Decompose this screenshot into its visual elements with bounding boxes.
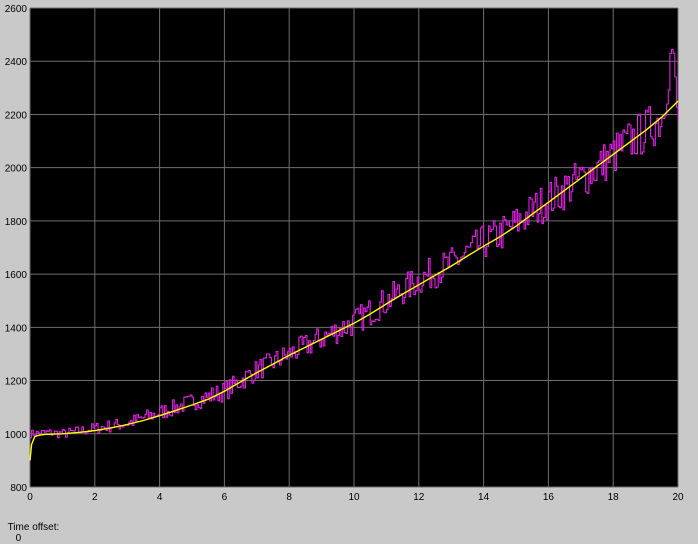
y-tick-label: 1800 (5, 217, 28, 228)
x-tick-label: 20 (672, 492, 684, 503)
x-tick-label: 4 (157, 492, 163, 503)
x-tick-label: 0 (27, 492, 33, 503)
y-tick-label: 2000 (5, 164, 28, 175)
y-tick-label: 1400 (5, 323, 28, 334)
x-tick-label: 18 (608, 492, 620, 503)
x-tick-label: 16 (543, 492, 555, 503)
x-tick-label: 12 (413, 492, 425, 503)
time-offset-value: 0 (15, 533, 22, 544)
y-tick-label: 2600 (5, 4, 28, 15)
y-tick-label: 1000 (5, 430, 28, 441)
y-tick-labels: 800 1000 1200 1400 1600 1800 2000 2200 2400 2600 (5, 4, 28, 494)
x-tick-label: 6 (222, 492, 228, 503)
y-tick-label: 1600 (5, 270, 28, 281)
y-tick-label: 1200 (5, 377, 28, 388)
y-tick-label: 800 (10, 483, 27, 494)
x-tick-labels: 0 2 4 6 8 10 12 14 16 18 20 (27, 492, 684, 503)
x-tick-label: 2 (92, 492, 98, 503)
x-tick-label: 8 (286, 492, 292, 503)
y-tick-label: 2400 (5, 57, 28, 68)
x-tick-label: 14 (478, 492, 490, 503)
y-tick-label: 2200 (5, 110, 28, 121)
time-offset-label: Time offset: (7, 522, 60, 533)
x-tick-label: 10 (348, 492, 360, 503)
time-offset-readout: Time offset: 0 (2, 511, 60, 544)
scope-plot: 0 2 4 6 8 10 12 14 16 18 20 800 1000 1200 1400 1600 180… (5, 4, 684, 503)
